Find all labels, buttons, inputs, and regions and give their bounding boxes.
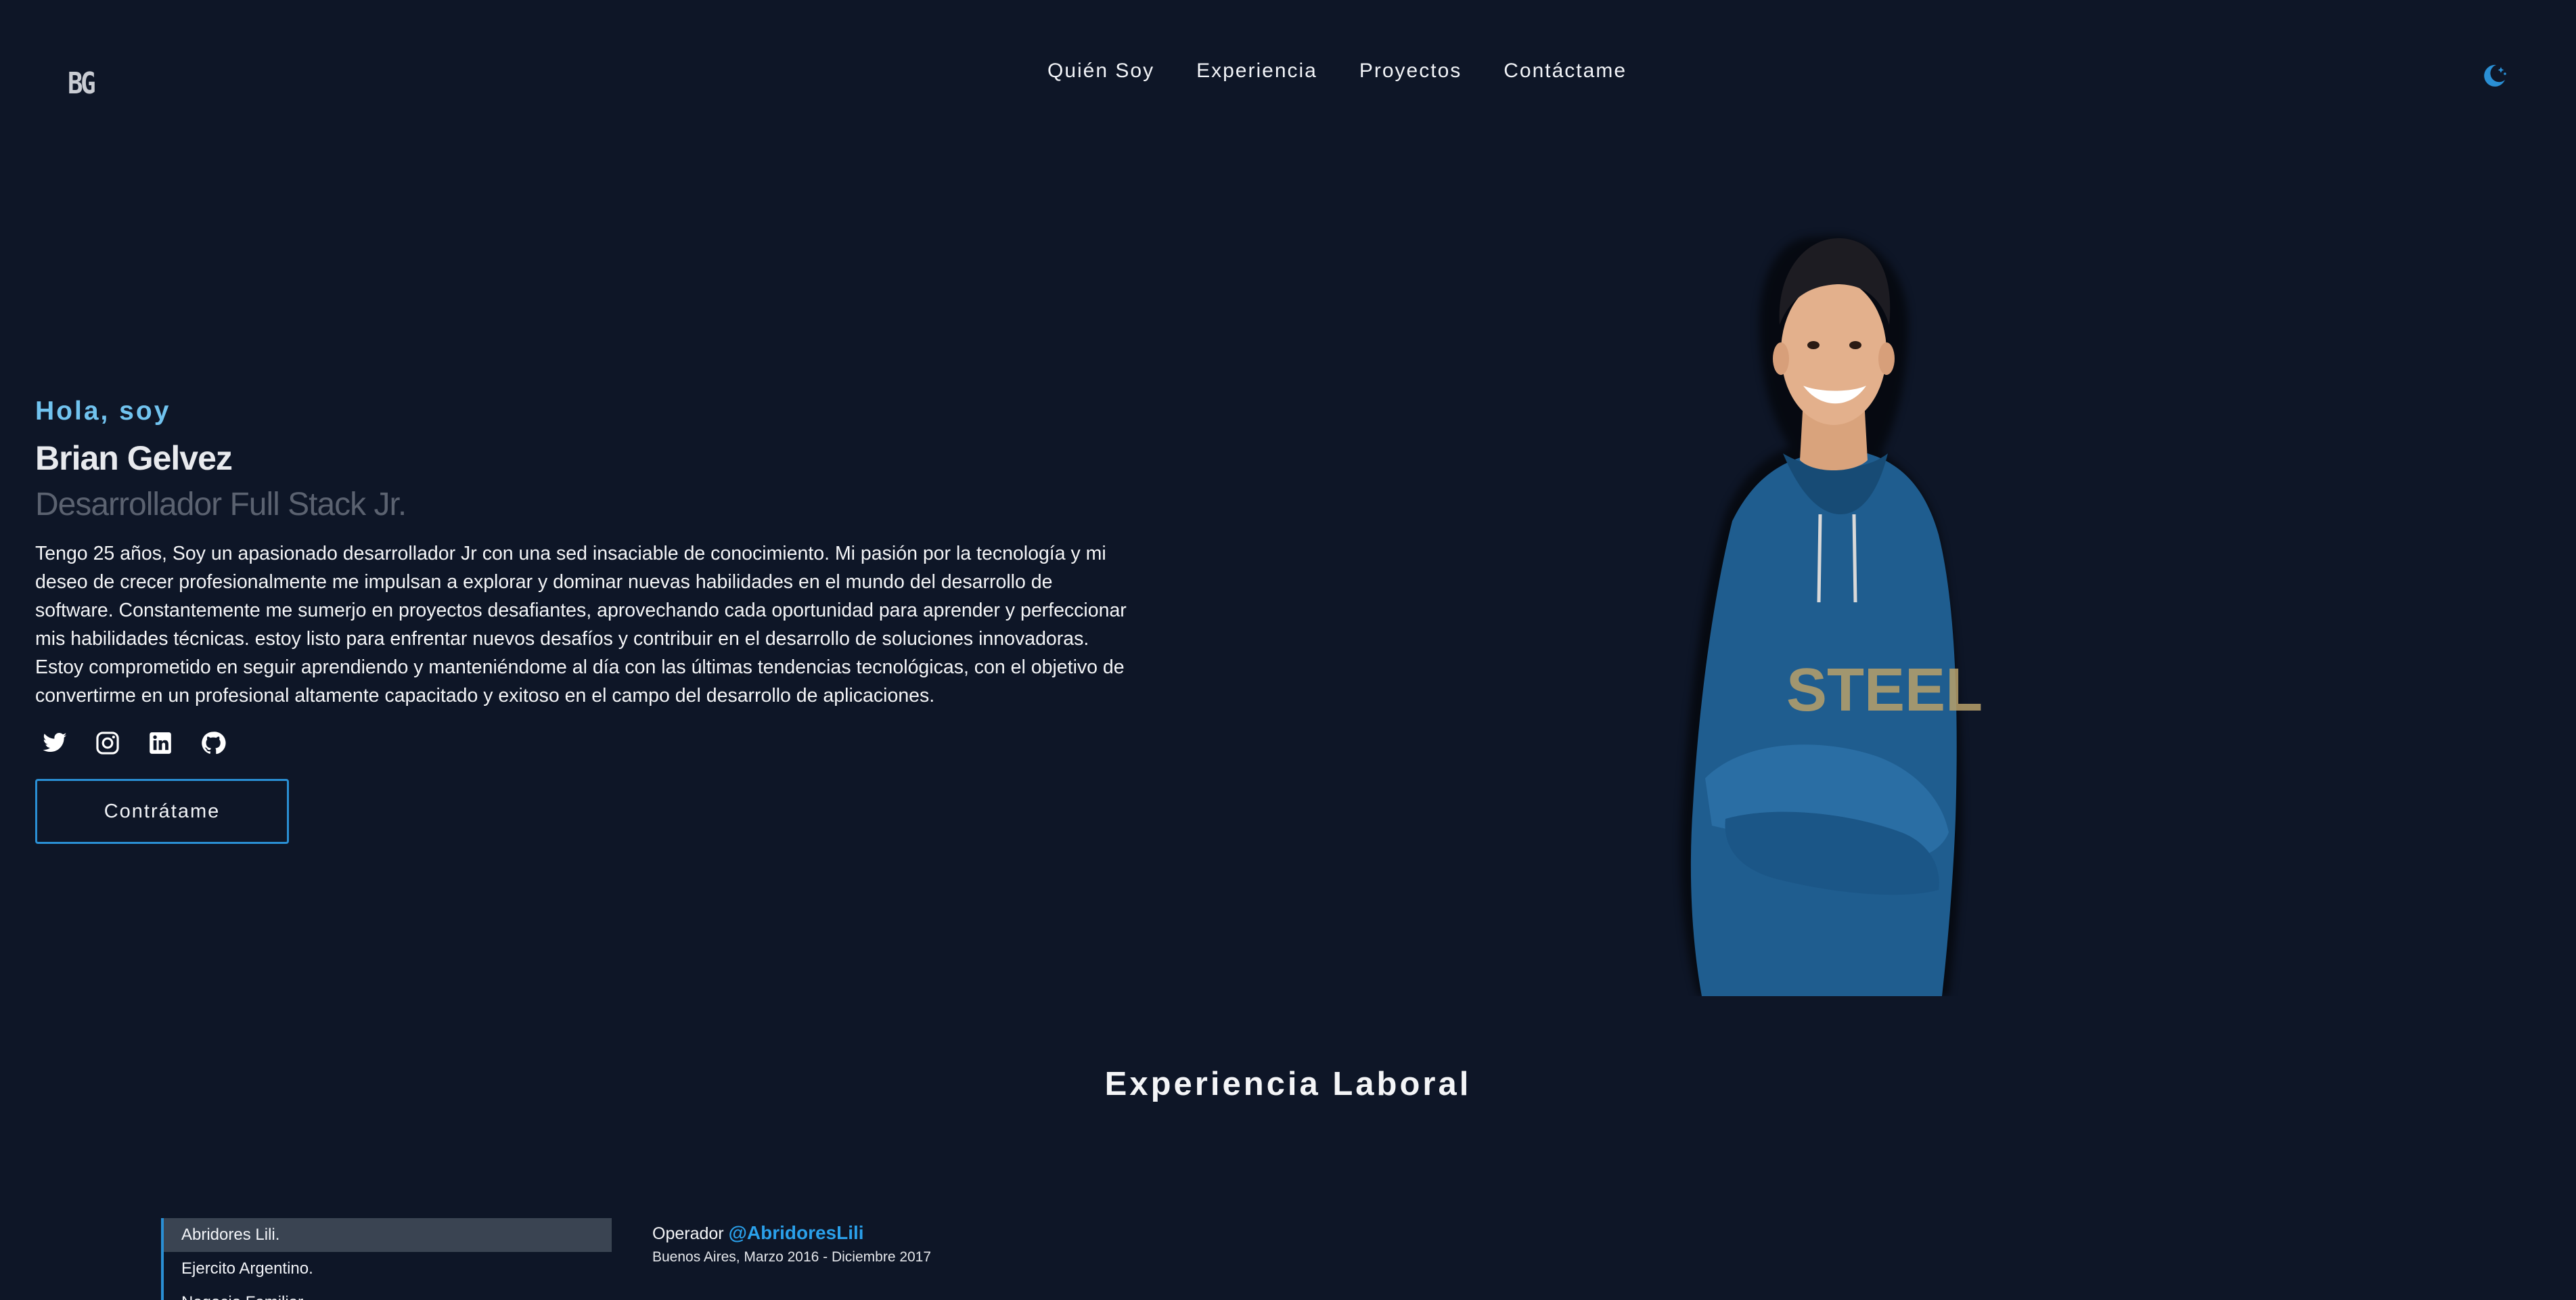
profile-photo: STEEL <box>1680 236 1983 996</box>
github-icon[interactable] <box>200 730 226 756</box>
social-links <box>42 730 1131 756</box>
hero-greeting: Hola, soy <box>35 397 171 426</box>
nav-link-contactame[interactable]: Contáctame <box>1504 60 1627 83</box>
twitter-icon[interactable] <box>42 730 68 756</box>
moon-stars-icon[interactable] <box>2480 61 2508 89</box>
tab-negocio-familiar[interactable]: Negocio Familiar. <box>164 1286 612 1300</box>
job-role: Operador <box>652 1224 724 1243</box>
logo[interactable]: BG <box>68 66 96 101</box>
hero-name: Brian Gelvez <box>35 439 233 477</box>
main-nav: Quién Soy Experiencia Proyectos Contácta… <box>1047 60 1627 83</box>
job-title: Operador @AbridoresLili <box>652 1222 931 1244</box>
job-company-link[interactable]: @AbridoresLili <box>729 1222 864 1243</box>
nav-link-proyectos[interactable]: Proyectos <box>1359 60 1462 83</box>
instagram-icon[interactable] <box>95 730 120 756</box>
svg-text:STEEL: STEEL <box>1786 656 1983 724</box>
experience-tabs: Abridores Lili. Ejercito Argentino. Nego… <box>161 1218 612 1300</box>
portfolio-page: BG Quién Soy Experiencia Proyectos Contá… <box>0 0 2576 1300</box>
tab-abridores-lili[interactable]: Abridores Lili. <box>164 1218 612 1252</box>
hero-section: Hola, soy Brian Gelvez Desarrollador Ful… <box>35 397 1131 844</box>
job-details: Operador @AbridoresLili Buenos Aires, Ma… <box>652 1222 931 1265</box>
hero-bio: Tengo 25 años, Soy un apasionado desarro… <box>35 543 1127 707</box>
linkedin-icon[interactable] <box>148 730 173 756</box>
experience-title: Experiencia Laboral <box>1104 1066 1472 1102</box>
hero-role: Desarrollador Full Stack Jr. <box>35 487 407 522</box>
nav-link-quien-soy[interactable]: Quién Soy <box>1047 60 1154 83</box>
tab-ejercito-argentino[interactable]: Ejercito Argentino. <box>164 1252 612 1286</box>
nav-link-experiencia[interactable]: Experiencia <box>1196 60 1317 83</box>
hire-me-button[interactable]: Contrátame <box>35 779 289 844</box>
job-location-dates: Buenos Aires, Marzo 2016 - Diciembre 201… <box>652 1249 932 1265</box>
